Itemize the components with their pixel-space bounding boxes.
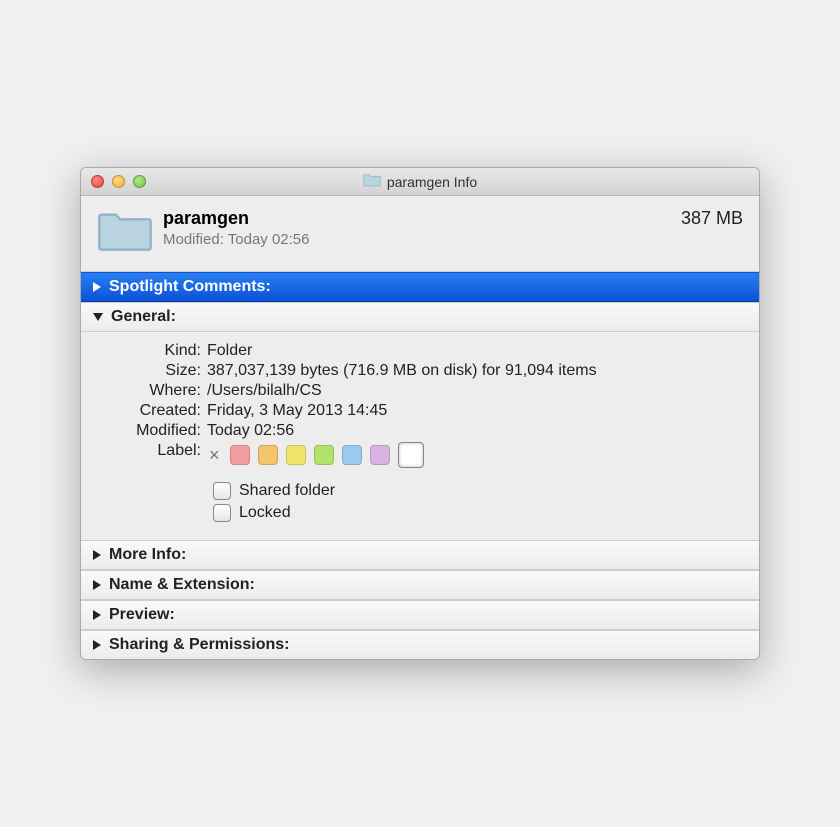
section-label: Preview: — [109, 606, 175, 624]
shared-folder-row: Shared folder — [97, 482, 743, 500]
label-purple[interactable] — [370, 445, 390, 465]
section-header-general[interactable]: General: — [81, 302, 759, 332]
label-orange[interactable] — [258, 445, 278, 465]
section-header-moreinfo[interactable]: More Info: — [81, 540, 759, 570]
label-red[interactable] — [230, 445, 250, 465]
section-label: Name & Extension: — [109, 576, 255, 594]
size-value: 387,037,139 bytes (716.9 MB on disk) for… — [207, 362, 743, 380]
label-green[interactable] — [314, 445, 334, 465]
section-header-sharing[interactable]: Sharing & Permissions: — [81, 630, 759, 659]
section-label: Sharing & Permissions: — [109, 636, 290, 654]
where-label: Where: — [97, 382, 207, 400]
traffic-lights — [91, 175, 146, 188]
section-label: General: — [111, 308, 176, 326]
modified-value: Today 02:56 — [207, 422, 743, 440]
created-row: Created: Friday, 3 May 2013 14:45 — [97, 402, 743, 420]
window-title: paramgen Info — [363, 173, 477, 190]
section-header-nameext[interactable]: Name & Extension: — [81, 570, 759, 600]
kind-label: Kind: — [97, 342, 207, 360]
shared-folder-label: Shared folder — [239, 482, 335, 500]
close-button[interactable] — [91, 175, 104, 188]
disclosure-right-icon — [93, 282, 101, 292]
zoom-button[interactable] — [133, 175, 146, 188]
file-name: paramgen — [163, 208, 681, 229]
section-header-spotlight[interactable]: Spotlight Comments: — [81, 272, 759, 302]
locked-checkbox[interactable] — [213, 504, 231, 522]
section-header-preview[interactable]: Preview: — [81, 600, 759, 630]
kind-row: Kind: Folder — [97, 342, 743, 360]
label-blue[interactable] — [342, 445, 362, 465]
disclosure-down-icon — [93, 313, 103, 321]
disclosure-right-icon — [93, 610, 101, 620]
folder-icon — [97, 208, 153, 259]
size-label: Size: — [97, 362, 207, 380]
file-modified: Modified: Today 02:56 — [163, 231, 681, 248]
minimize-button[interactable] — [112, 175, 125, 188]
where-value: /Users/bilalh/CS — [207, 382, 743, 400]
shared-folder-checkbox[interactable] — [213, 482, 231, 500]
disclosure-right-icon — [93, 640, 101, 650]
created-value: Friday, 3 May 2013 14:45 — [207, 402, 743, 420]
label-yellow[interactable] — [286, 445, 306, 465]
folder-icon — [363, 173, 381, 190]
label-label: Label: — [97, 442, 207, 460]
section-label: Spotlight Comments: — [109, 278, 271, 296]
modified-row: Modified: Today 02:56 — [97, 422, 743, 440]
titlebar[interactable]: paramgen Info — [81, 168, 759, 196]
section-label: More Info: — [109, 546, 186, 564]
where-row: Where: /Users/bilalh/CS — [97, 382, 743, 400]
created-label: Created: — [97, 402, 207, 420]
disclosure-right-icon — [93, 580, 101, 590]
disclosure-right-icon — [93, 550, 101, 560]
window-title-text: paramgen Info — [387, 174, 477, 190]
info-window: paramgen Info paramgen Modified: Today 0… — [80, 167, 760, 660]
modified-label: Modified: — [97, 422, 207, 440]
file-header: paramgen Modified: Today 02:56 387 MB — [81, 196, 759, 272]
locked-row: Locked — [97, 504, 743, 522]
kind-value: Folder — [207, 342, 743, 360]
locked-label: Locked — [239, 504, 291, 522]
label-none-selected[interactable] — [398, 442, 424, 468]
general-section-body: Kind: Folder Size: 387,037,139 bytes (71… — [81, 332, 759, 540]
file-size: 387 MB — [681, 208, 743, 229]
label-row: Label: × — [97, 442, 743, 468]
label-clear-icon[interactable]: × — [207, 445, 222, 466]
size-row: Size: 387,037,139 bytes (716.9 MB on dis… — [97, 362, 743, 380]
